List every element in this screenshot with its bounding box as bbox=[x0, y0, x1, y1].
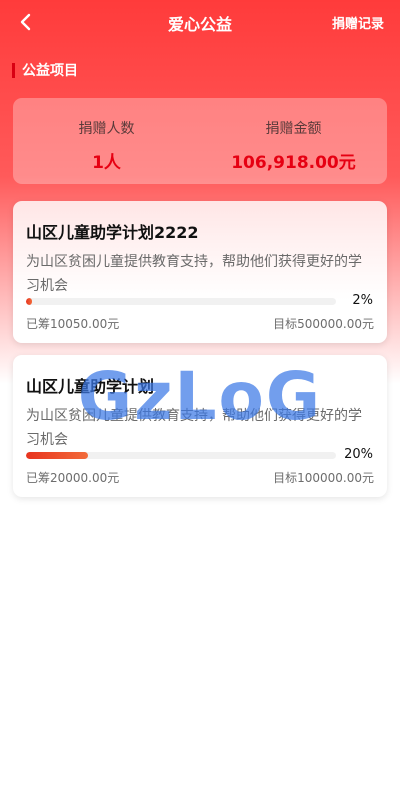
donation-amount-stat: 捐赠金额 106,918.00元 bbox=[200, 98, 387, 184]
project-card[interactable]: 山区儿童助学计划 为山区贫困儿童提供教育支持，帮助他们获得更好的学习机会 20%… bbox=[13, 355, 387, 497]
progress-percent: 20% bbox=[344, 447, 373, 462]
section-title-marker bbox=[12, 62, 15, 78]
project-title: 山区儿童助学计划 bbox=[26, 377, 155, 396]
progress-bar bbox=[26, 298, 336, 305]
target-amount: 目标500000.00元 bbox=[273, 317, 374, 331]
target-amount: 目标100000.00元 bbox=[273, 471, 374, 485]
donation-records-button[interactable]: 捐赠记录 bbox=[332, 13, 384, 32]
raised-amount: 已筹10050.00元 bbox=[26, 317, 120, 331]
donation-amount-value: 106,918.00元 bbox=[231, 153, 356, 173]
page: 爱心公益 捐赠记录 公益项目 捐赠人数 1人 捐赠金额 106,918.00元 … bbox=[0, 0, 400, 800]
section-title: 公益项目 bbox=[12, 60, 78, 80]
progress-bar bbox=[26, 452, 336, 459]
donor-count-label: 捐赠人数 bbox=[78, 121, 135, 137]
donor-count-stat: 捐赠人数 1人 bbox=[13, 98, 200, 184]
project-card[interactable]: 山区儿童助学计划2222 为山区贫困儿童提供教育支持，帮助他们获得更好的学习机会… bbox=[13, 201, 387, 343]
project-description: 为山区贫困儿童提供教育支持，帮助他们获得更好的学习机会 bbox=[26, 408, 362, 448]
progress-fill bbox=[26, 452, 88, 459]
progress-percent: 2% bbox=[352, 293, 373, 308]
project-description: 为山区贫困儿童提供教育支持，帮助他们获得更好的学习机会 bbox=[26, 254, 362, 294]
header: 爱心公益 捐赠记录 bbox=[0, 0, 400, 46]
project-title: 山区儿童助学计划2222 bbox=[26, 223, 199, 242]
donation-amount-label: 捐赠金额 bbox=[265, 121, 322, 137]
stats-card: 捐赠人数 1人 捐赠金额 106,918.00元 bbox=[13, 98, 387, 184]
progress-fill bbox=[26, 298, 33, 305]
section-title-text: 公益项目 bbox=[22, 63, 78, 79]
raised-amount: 已筹20000.00元 bbox=[26, 471, 120, 485]
donor-count-value: 1人 bbox=[92, 153, 121, 173]
